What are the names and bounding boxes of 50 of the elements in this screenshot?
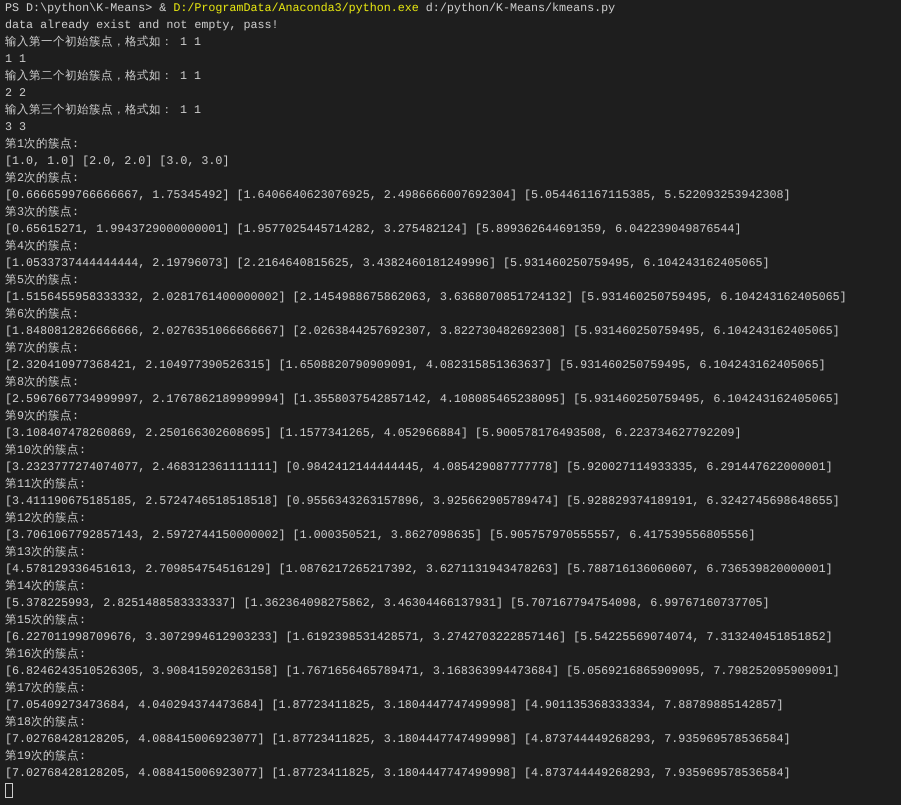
output-line: 第9次的簇点: [5,408,80,425]
output-line: [3.108407478260869, 2.250166302608695] [1.1577341265, 4.052966884] [5.900578176493508, 6.223734627792209] [5,425,742,442]
output-line: data already exist and not empty, pass! [5,17,279,34]
output-line: 第8次的簇点: [5,374,80,391]
output-line: [2.5967667734999997, 2.1767862189999994] [1.3558037542857142, 4.108085465238095] [5.931460250759495, 6.104243162405065] [5,391,840,408]
cursor-icon [5,783,13,798]
output-line: [2.320410977368421, 2.104977390526315] [1.6508820790909091, 4.082315851363637] [5.931460250759495, 6.104243162405065] [5,357,826,374]
prompt: PS D:\python\K-Means> [5,0,152,17]
output-line: 第10次的簇点: [5,442,86,459]
output-line: 第4次的簇点: [5,238,80,255]
output-line: 第5次的簇点: [5,272,80,289]
output-line: 3 3 [5,119,26,136]
output-line: 第16次的簇点: [5,646,86,663]
output-line: 1 1 [5,51,26,68]
call-operator: & [159,0,166,17]
output-line: 第3次的簇点: [5,204,80,221]
output-line: 第7次的簇点: [5,340,80,357]
output-line: 输入第三个初始簇点，格式如： 1 1 [5,102,202,119]
output-line: [7.05409273473684, 4.040294374473684] [1.87723411825, 3.1804447747499998] [4.901135368333334, 7.88789885142857] [5,697,784,714]
output-line: 第13次的簇点: [5,544,86,561]
program-path: D:/ProgramData/Anaconda3/python.exe [173,0,419,17]
output-line: [6.8246243510526305, 3.908415920263158] [1.7671656465789471, 3.168363994473684] [5.0569216865909095, 7.798252095909091] [5,663,840,680]
output-line: [1.0, 1.0] [2.0, 2.0] [3.0, 3.0] [5,153,230,170]
output-line: 第19次的簇点: [5,748,86,765]
output-line: 第15次的簇点: [5,612,86,629]
output-line: [3.411190675185185, 2.5724746518518518] [0.9556343263157896, 3.925662905789474] [5.928829374189191, 6.3242745698648655] [5,493,840,510]
output-line: [6.227011998709676, 3.3072994612903233] [1.6192398531428571, 3.2742703222857146] [5.54225569074074, 7.313240451851852] [5,629,833,646]
output-line: 输入第一个初始簇点，格式如： 1 1 [5,34,202,51]
output-line: [5.378225993, 2.8251488583333337] [1.362364098275862, 3.46304466137931] [5.707167794754098, 6.99767160737705] [5,595,770,612]
output-line: 第17次的簇点: [5,680,86,697]
output-line: 第11次的簇点: [5,476,86,493]
output-line: [3.7061067792857143, 2.5972744150000002] [1.000350521, 3.8627098635] [5.905757970555557, 6.417539556805556] [5,527,756,544]
output-line: [7.02768428128205, 4.088415006923077] [1.87723411825, 3.1804447747499998] [4.873744449268293, 7.935969578536584] [5,765,791,782]
output-line: 第6次的簇点: [5,306,80,323]
output-line: [4.578129336451613, 2.709854754516129] [1.0876217265217392, 3.6271131943478263] [5.788716136060607, 6.736539820000001] [5,561,833,578]
output-line: 第12次的簇点: [5,510,86,527]
output-line: [0.65615271, 1.9943729000000001] [1.9577025445714282, 3.275482124] [5.899362644691359, 6.042239049876544] [5,221,742,238]
output-line: [1.8480812826666666, 2.0276351066666667] [2.0263844257692307, 3.822730482692308] [5.931460250759495, 6.104243162405065] [5,323,840,340]
output-line: [3.2323777274074077, 2.468312361111111] [0.9842412144444445, 4.085429087777778] [5.920027114933335, 6.291447622000001] [5,459,833,476]
output-line: 第2次的簇点: [5,170,80,187]
output-line: 输入第二个初始簇点，格式如： 1 1 [5,68,202,85]
output-line: 第18次的簇点: [5,714,86,731]
script-path: d:/python/K-Means/kmeans.py [426,0,616,17]
output-line: 第14次的簇点: [5,578,86,595]
output-line: 2 2 [5,85,26,102]
output-line: [0.6666599766666667, 1.75345492] [1.6406640623076925, 2.4986666007692304] [5.054461167115385, 5.522093253942308] [5,187,791,204]
output-line: [1.0533737444444444, 2.19796073] [2.2164640815625, 3.4382460181249996] [5.931460250759495, 6.104243162405065] [5,255,770,272]
output-line: 第1次的簇点: [5,136,80,153]
output-line: [1.5156455958333332, 2.0281761400000002] [2.1454988675862063, 3.6368070851724132] [5.931460250759495, 6.104243162405065] [5,289,847,306]
output-line: [7.02768428128205, 4.088415006923077] [1.87723411825, 3.1804447747499998] [4.873744449268293, 7.935969578536584] [5,731,791,748]
